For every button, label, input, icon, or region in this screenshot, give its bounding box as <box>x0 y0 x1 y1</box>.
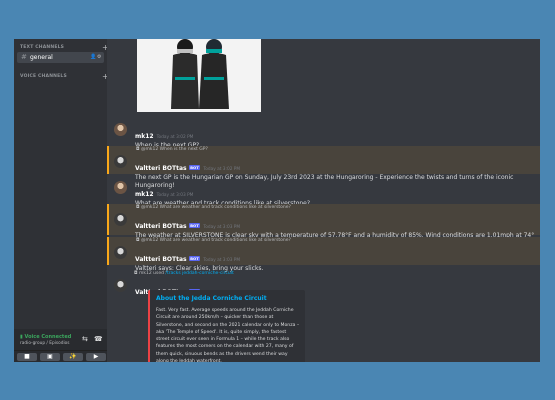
bot-badge: BOT <box>188 256 201 261</box>
message-author[interactable]: Valtteri BOTtas <box>135 223 187 230</box>
voice-status: ▮ Voice Connected <box>20 334 71 340</box>
avatar[interactable] <box>114 123 127 136</box>
message-author[interactable]: mk12 <box>135 191 154 198</box>
bot-badge: BOT <box>188 223 201 228</box>
text-channels-label: TEXT CHANNELS <box>20 45 65 50</box>
reply-text: What are weather and track conditions li… <box>159 205 291 210</box>
voice-channel-info: radio-group / Episodios <box>20 341 70 346</box>
message-timestamp: Today at 3:03 PM <box>203 225 241 230</box>
reply-reference[interactable]: ◘ @mk12 What are weather and track condi… <box>136 238 291 243</box>
message-timestamp: Today at 3:02 PM <box>203 167 241 172</box>
reply-author: @mk12 <box>141 238 159 243</box>
signal-icon: ▮ <box>20 334 23 340</box>
command-usage: ◘ mk12 used /tracks jeddah-corniche-circ… <box>134 271 234 276</box>
highlighted-message: ◘ @mk12 When is the next GP? Valtteri BO… <box>107 146 540 189</box>
camera-icon[interactable]: ■ <box>17 353 37 361</box>
disconnect-icon[interactable]: ☎ <box>94 335 103 343</box>
message: Valtteri BOTtas BOT Today at 3:03 PM Valtt… <box>135 246 263 273</box>
message-author[interactable]: Valtteri BOTtas <box>135 165 187 172</box>
command-used-label: used <box>153 271 164 276</box>
reply-text: When is the next GP? <box>159 147 208 152</box>
text-channels-category[interactable]: TEXT CHANNELS + <box>20 43 109 52</box>
hash-icon: # <box>21 53 27 61</box>
reply-reference[interactable]: ◘ @mk12 What are weather and track condi… <box>136 205 291 210</box>
drivers-photo <box>137 39 261 112</box>
command-name[interactable]: /tracks jeddah-corniche-circuit <box>165 271 233 276</box>
message-timestamp: Today at 3:03 PM <box>203 258 241 263</box>
avatar[interactable] <box>114 155 127 168</box>
channel-general[interactable]: # general 👤 ⚙ <box>17 52 104 63</box>
reply-icon: ◘ <box>136 147 140 152</box>
message-timestamp: Today at 3:02 PM <box>156 135 194 140</box>
gear-icon[interactable]: ⚙ <box>97 54 101 60</box>
avatar[interactable] <box>114 181 127 194</box>
voice-status-text: Voice Connected <box>24 334 72 340</box>
message-timestamp: Today at 3:03 PM <box>156 193 194 198</box>
highlighted-message: ◘ @mk12 What are weather and track condi… <box>107 204 540 239</box>
message-author[interactable]: mk12 <box>135 133 154 140</box>
reply-author: @mk12 <box>141 147 159 152</box>
message: Valtteri BOTtas BOT Today at 3:03 PM The w… <box>135 213 534 240</box>
voice-controls: ■ ▣ ✨ ▶ <box>14 350 107 362</box>
discord-window: TEXT CHANNELS + # general 👤 ⚙ VOICE CHAN… <box>14 39 540 362</box>
add-member-icon[interactable]: 👤 <box>90 54 96 60</box>
bot-badge: BOT <box>188 165 201 170</box>
voice-channels-label: VOICE CHANNELS <box>20 74 67 79</box>
channel-name: general <box>30 54 53 61</box>
avatar[interactable] <box>114 213 127 226</box>
reply-author: @mk12 <box>141 205 159 210</box>
command-user[interactable]: mk12 <box>139 271 152 276</box>
noise-suppression-icon[interactable]: ⇆ <box>82 335 88 343</box>
drivers-image <box>137 39 261 112</box>
voice-panel: ▮ Voice Connected radio-group / Episodio… <box>14 329 107 350</box>
highlighted-message: ◘ @mk12 What are weather and track condi… <box>107 237 540 272</box>
reply-reference[interactable]: ◘ @mk12 When is the next GP? <box>136 147 208 152</box>
track-embed: About the Jedda Corniche Circuit Fast. V… <box>148 290 305 362</box>
reply-icon: ◘ <box>136 238 140 243</box>
avatar[interactable] <box>114 279 127 292</box>
chat-area: mk12Today at 3:02 PM When is the next GP… <box>107 39 540 362</box>
screen-share-icon[interactable]: ▣ <box>40 353 60 361</box>
reply-icon: ◘ <box>136 205 140 210</box>
reply-icon: ◘ <box>134 271 138 276</box>
avatar[interactable] <box>114 246 127 259</box>
embed-title[interactable]: About the Jedda Corniche Circuit <box>156 295 267 302</box>
voice-channels-category[interactable]: VOICE CHANNELS + <box>20 72 109 81</box>
activity-icon[interactable]: ✨ <box>63 353 83 361</box>
channel-sidebar: TEXT CHANNELS + # general 👤 ⚙ VOICE CHAN… <box>14 39 109 362</box>
message-author[interactable]: Valtteri BOTtas <box>135 256 187 263</box>
soundboard-icon[interactable]: ▶ <box>86 353 106 361</box>
embed-body: Fast. Very fast. Average speeds around t… <box>156 308 300 362</box>
reply-text: What are weather and track conditions li… <box>159 238 291 243</box>
